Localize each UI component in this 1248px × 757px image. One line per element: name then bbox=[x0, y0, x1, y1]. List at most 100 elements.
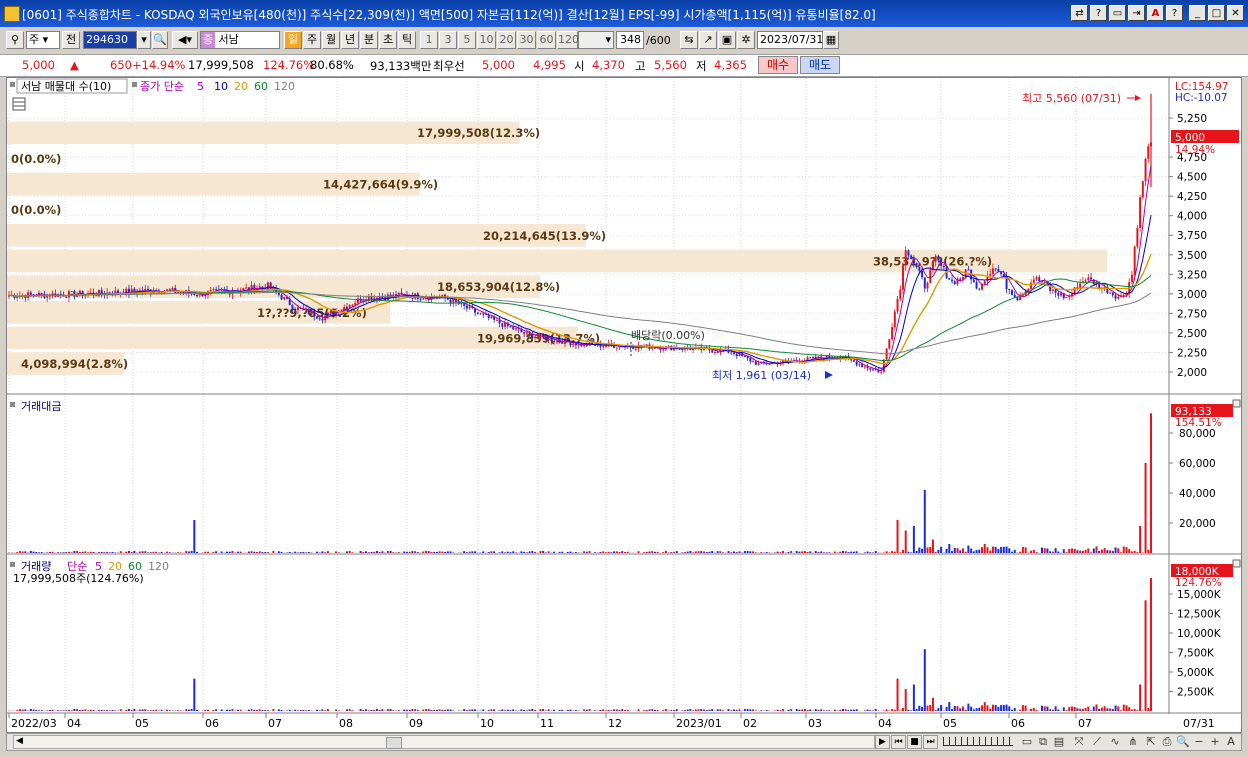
interval-button-5[interactable]: 5 bbox=[458, 31, 476, 49]
settings-icon[interactable]: ✲ bbox=[737, 31, 755, 49]
volume-bar bbox=[801, 709, 804, 711]
interval-button-3[interactable]: 3 bbox=[439, 31, 457, 49]
period-button-4[interactable]: 분 bbox=[360, 31, 378, 49]
amount-bar bbox=[149, 552, 152, 553]
amount-bar bbox=[961, 548, 964, 553]
price-tick-label: 4,000 bbox=[1177, 211, 1207, 223]
chart-area[interactable]: 17,999,508(12.3%) 0(0.0%) 14,427,664(9.9%)… bbox=[6, 77, 1242, 733]
scroll-thumb[interactable] bbox=[386, 737, 402, 749]
print-icon[interactable]: ⎙ bbox=[1159, 735, 1175, 749]
title-button-6[interactable]: _ bbox=[1189, 5, 1206, 21]
export-icon[interactable]: ⇱ bbox=[1143, 735, 1159, 749]
volume-bar bbox=[87, 710, 90, 711]
volume-bar bbox=[547, 709, 550, 711]
title-button-7[interactable]: □ bbox=[1208, 5, 1225, 21]
interval-button-60[interactable]: 60 bbox=[537, 31, 556, 49]
title-button-2[interactable]: ▭ bbox=[1109, 5, 1126, 21]
title-button-0[interactable]: ⇄ bbox=[1071, 5, 1088, 21]
layout-2-icon[interactable]: ⧉ bbox=[1035, 735, 1051, 749]
title-button-4[interactable]: A bbox=[1147, 5, 1164, 21]
pin-icon[interactable]: ⚲ bbox=[6, 31, 24, 49]
code-dropdown-icon[interactable]: ▾ bbox=[137, 31, 151, 49]
interval-button-120[interactable]: 120 bbox=[557, 31, 579, 49]
trend-icon[interactable]: ↗ bbox=[699, 31, 717, 49]
volume-bar bbox=[239, 709, 242, 711]
zoom-icon[interactable]: 🔍 bbox=[1175, 735, 1191, 749]
layout-3-icon[interactable]: ▤ bbox=[1051, 735, 1067, 749]
x-tick-label: 05 bbox=[943, 717, 957, 730]
buy-button[interactable]: 매수 bbox=[758, 56, 798, 74]
volume-bar bbox=[444, 709, 447, 711]
font-size-icon[interactable]: A bbox=[1223, 735, 1239, 749]
chart-canvas[interactable]: 17,999,508(12.3%) 0(0.0%) 14,427,664(9.9%)… bbox=[7, 78, 1241, 732]
title-button-5[interactable]: ? bbox=[1166, 5, 1183, 21]
period-button-0[interactable]: 일 bbox=[284, 31, 302, 49]
prev-button[interactable]: 전 bbox=[62, 31, 80, 49]
play-icon[interactable]: ▶ bbox=[875, 735, 890, 749]
market-select[interactable]: 주 ▾ bbox=[26, 31, 60, 49]
cross-icon[interactable]: ⤧ bbox=[1071, 735, 1087, 749]
title-button-8[interactable]: ✕ bbox=[1227, 5, 1244, 21]
candle-body bbox=[168, 289, 171, 291]
amount-bar bbox=[1147, 549, 1150, 553]
volume-bar bbox=[1024, 705, 1027, 711]
date-input[interactable]: 2023/07/31 bbox=[757, 31, 823, 49]
stock-name-field[interactable]: 증 서남 bbox=[200, 31, 280, 49]
volume-bar bbox=[514, 710, 517, 711]
next-icon[interactable]: ⏭ bbox=[923, 735, 938, 749]
wave-icon[interactable]: ∿ bbox=[1107, 735, 1123, 749]
amount-bar bbox=[46, 552, 49, 553]
interval-button-30[interactable]: 30 bbox=[517, 31, 536, 49]
interval-dropdown[interactable]: ▾ bbox=[578, 31, 614, 49]
table-toggle-icon[interactable] bbox=[12, 97, 26, 111]
volume-bar bbox=[509, 710, 512, 711]
interval-button-1[interactable]: 1 bbox=[420, 31, 438, 49]
volume-bar bbox=[689, 709, 692, 711]
volume-bar bbox=[236, 709, 239, 711]
search-icon[interactable]: 🔍 bbox=[152, 31, 168, 49]
save-icon[interactable]: ▣ bbox=[718, 31, 736, 49]
volume-bar bbox=[839, 709, 842, 711]
amount-bar bbox=[1111, 551, 1114, 553]
panel-close-icon[interactable] bbox=[1232, 399, 1241, 408]
interval-button-20[interactable]: 20 bbox=[497, 31, 516, 49]
title-button-3[interactable]: ⇥ bbox=[1128, 5, 1145, 21]
amount-bar bbox=[664, 550, 667, 553]
sell-button[interactable]: 매도 bbox=[800, 56, 840, 74]
stop-icon[interactable]: ■ bbox=[907, 735, 922, 749]
zoom-in-icon[interactable]: + bbox=[1207, 735, 1223, 749]
calendar-icon[interactable]: ▦ bbox=[823, 31, 839, 49]
candle-body bbox=[283, 297, 286, 300]
prev-icon[interactable]: ⏮ bbox=[891, 735, 906, 749]
fork-icon[interactable]: ⋔ bbox=[1125, 735, 1141, 749]
code-input[interactable]: 294630 bbox=[83, 31, 137, 49]
price-tag-pct: 14.94% bbox=[1175, 144, 1215, 156]
period-button-3[interactable]: 년 bbox=[341, 31, 359, 49]
volume-bar bbox=[296, 710, 299, 711]
period-button-2[interactable]: 월 bbox=[322, 31, 340, 49]
quote-open: 4,370 bbox=[592, 58, 625, 72]
layout-1-icon[interactable]: ▭ bbox=[1019, 735, 1035, 749]
scroll-left-icon[interactable]: ◀ bbox=[16, 736, 23, 746]
panel-close-icon[interactable] bbox=[1232, 559, 1241, 568]
zoom-out-icon[interactable]: − bbox=[1191, 735, 1207, 749]
amount-bar bbox=[1043, 548, 1046, 553]
horizontal-scrollbar[interactable]: ◀ bbox=[13, 735, 875, 749]
speaker-icon[interactable]: ◀▾ bbox=[172, 31, 198, 49]
period-button-5[interactable]: 초 bbox=[379, 31, 397, 49]
volume-bar bbox=[206, 709, 209, 711]
volume-bar bbox=[149, 710, 152, 711]
volume-bar bbox=[212, 709, 215, 711]
compare-icon[interactable]: ⇆ bbox=[680, 31, 698, 49]
zoom-slider[interactable] bbox=[943, 737, 1013, 746]
line-tool-icon[interactable]: ⟋ bbox=[1089, 735, 1105, 749]
candle-body bbox=[329, 311, 332, 313]
amount-bar bbox=[653, 551, 656, 553]
candle-body bbox=[989, 273, 992, 276]
period-button-6[interactable]: 틱 bbox=[398, 31, 416, 49]
count-input[interactable]: 348 bbox=[616, 31, 644, 49]
title-button-1[interactable]: ? bbox=[1090, 5, 1107, 21]
amount-bar bbox=[119, 551, 122, 553]
period-button-1[interactable]: 주 bbox=[303, 31, 321, 49]
interval-button-10[interactable]: 10 bbox=[477, 31, 496, 49]
